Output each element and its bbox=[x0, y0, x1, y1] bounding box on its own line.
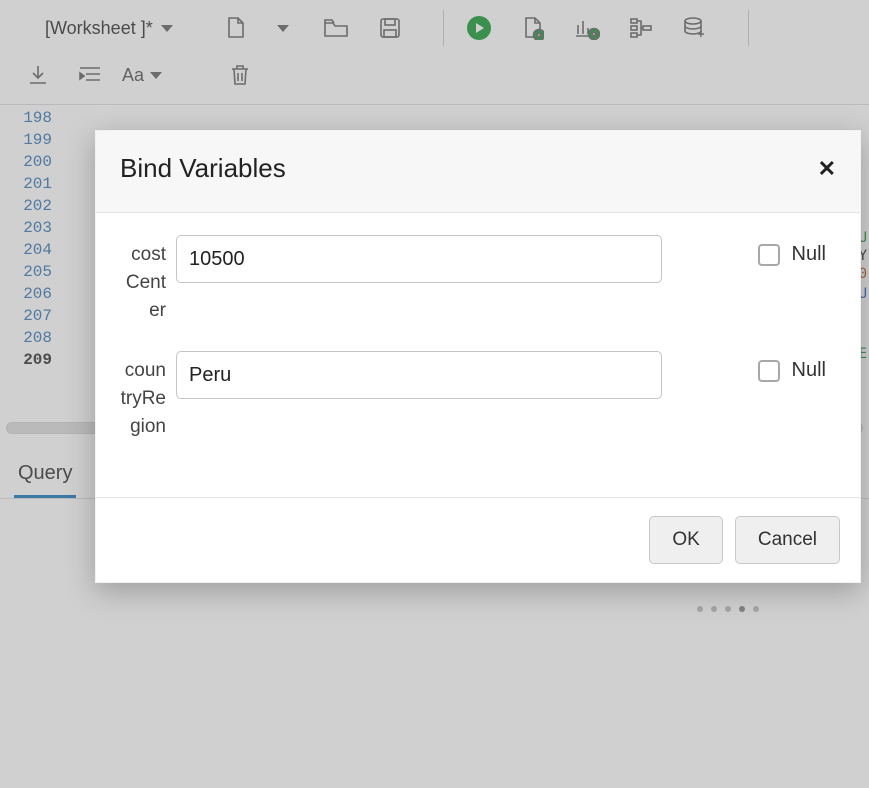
save-icon[interactable] bbox=[377, 15, 403, 41]
null-label: Null bbox=[792, 243, 826, 266]
download-icon[interactable] bbox=[25, 62, 51, 88]
costcenter-null-checkbox[interactable] bbox=[758, 244, 780, 266]
run-chart-icon[interactable] bbox=[574, 15, 600, 41]
countryregion-label: countryRegion bbox=[120, 351, 166, 441]
worksheet-dropdown[interactable]: [Worksheet ]* bbox=[45, 18, 173, 39]
countryregion-input[interactable] bbox=[176, 351, 662, 399]
countryregion-null-checkbox[interactable] bbox=[758, 360, 780, 382]
toolbar-separator bbox=[748, 10, 749, 46]
structure-icon[interactable] bbox=[628, 15, 654, 41]
variable-row-countryregion: countryRegion Null bbox=[120, 351, 836, 441]
line-number: 208 bbox=[0, 327, 52, 349]
chevron-down-icon bbox=[150, 72, 162, 79]
cancel-button[interactable]: Cancel bbox=[735, 516, 840, 564]
line-number: 204 bbox=[0, 239, 52, 261]
indent-icon[interactable] bbox=[77, 62, 103, 88]
null-label: Null bbox=[792, 359, 826, 382]
line-number: 206 bbox=[0, 283, 52, 305]
costcenter-label: costCenter bbox=[120, 235, 166, 325]
dialog-footer: OK Cancel bbox=[96, 497, 860, 582]
variable-row-costcenter: costCenter Null bbox=[120, 235, 836, 325]
close-button[interactable]: ✕ bbox=[818, 156, 836, 182]
toolbar-separator bbox=[443, 10, 444, 46]
database-icon[interactable] bbox=[682, 15, 708, 41]
dialog-header: Bind Variables ✕ bbox=[96, 131, 860, 213]
line-number: 205 bbox=[0, 261, 52, 283]
dialog-body: costCenter Null countryRegion Null bbox=[96, 213, 860, 497]
costcenter-input[interactable] bbox=[176, 235, 662, 283]
chevron-down-icon bbox=[161, 25, 173, 32]
line-number: 207 bbox=[0, 305, 52, 327]
line-number: 198 bbox=[0, 107, 52, 129]
chevron-down-icon[interactable] bbox=[277, 25, 289, 32]
line-number: 202 bbox=[0, 195, 52, 217]
main-toolbar: [Worksheet ]* bbox=[0, 0, 869, 56]
loading-dots bbox=[697, 606, 759, 612]
line-number: 209 bbox=[0, 349, 52, 371]
worksheet-name: [Worksheet ]* bbox=[45, 18, 153, 39]
line-number: 200 bbox=[0, 151, 52, 173]
line-number-gutter: 198199200201202203204205206207208209 bbox=[0, 105, 58, 424]
font-dropdown[interactable]: Aa bbox=[129, 62, 155, 88]
trash-icon[interactable] bbox=[227, 62, 253, 88]
folder-open-icon[interactable] bbox=[323, 15, 349, 41]
new-file-icon[interactable] bbox=[223, 15, 249, 41]
query-result-tab[interactable]: Query bbox=[14, 456, 76, 498]
bind-variables-dialog: Bind Variables ✕ costCenter Null country… bbox=[95, 130, 861, 583]
dialog-title: Bind Variables bbox=[120, 153, 286, 184]
secondary-toolbar: Aa bbox=[0, 56, 869, 104]
ok-button[interactable]: OK bbox=[649, 516, 722, 564]
run-icon[interactable] bbox=[466, 15, 492, 41]
line-number: 201 bbox=[0, 173, 52, 195]
line-number: 203 bbox=[0, 217, 52, 239]
line-number: 199 bbox=[0, 129, 52, 151]
run-file-icon[interactable] bbox=[520, 15, 546, 41]
